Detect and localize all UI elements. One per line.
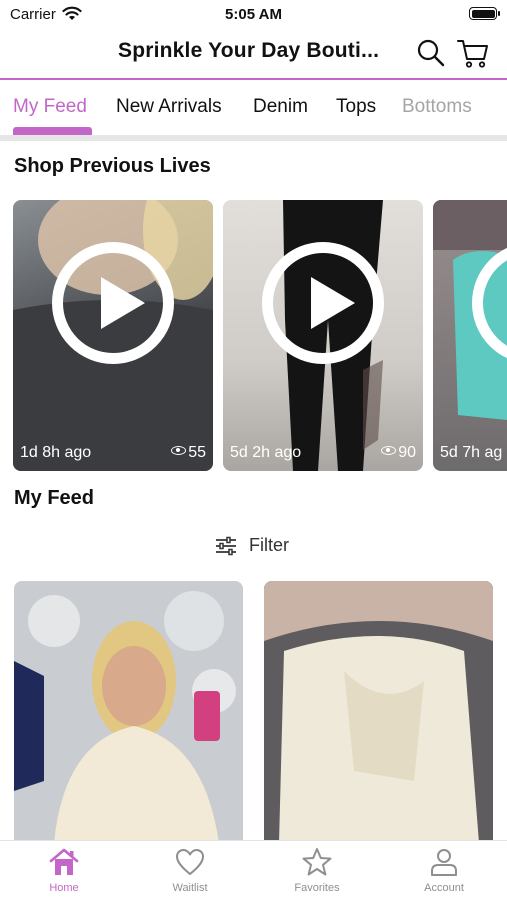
feed-image <box>264 581 493 843</box>
previous-lives-heading: Shop Previous Lives <box>14 155 211 177</box>
battery-icon <box>469 7 500 20</box>
live-time-ago: 5d 7h ag <box>440 444 503 461</box>
store-title: Sprinkle Your Day Bouti... <box>118 39 380 62</box>
play-icon <box>52 242 174 364</box>
eye-icon <box>171 446 187 455</box>
filter-icon <box>216 536 236 556</box>
clock: 5:05 AM <box>225 6 282 23</box>
bottom-navigation: Home Waitlist Favorites Account <box>0 840 507 900</box>
nav-label: Account <box>424 882 464 894</box>
view-count: 90 <box>381 444 416 462</box>
tab-my-feed[interactable]: My Feed <box>13 96 87 118</box>
feed-image <box>14 581 243 843</box>
live-video-card[interactable]: 5d 2h ago 90 <box>223 200 423 471</box>
nav-home[interactable]: Home <box>14 847 114 894</box>
tab-new-arrivals[interactable]: New Arrivals <box>116 96 222 118</box>
tab-tops[interactable]: Tops <box>336 96 376 118</box>
search-icon[interactable] <box>416 38 446 68</box>
tab-bottoms[interactable]: Bottoms <box>402 96 472 118</box>
nav-waitlist[interactable]: Waitlist <box>140 847 240 894</box>
nav-account[interactable]: Account <box>394 847 494 894</box>
feed-item[interactable] <box>264 581 493 843</box>
filter-label: Filter <box>249 535 289 555</box>
play-icon <box>262 242 384 364</box>
tab-denim[interactable]: Denim <box>253 96 308 118</box>
live-video-card[interactable]: 5d 7h ag <box>433 200 507 471</box>
home-icon <box>49 848 79 875</box>
nav-label: Favorites <box>294 882 340 894</box>
heart-icon <box>176 849 204 875</box>
feed-item[interactable] <box>14 581 243 843</box>
star-icon <box>302 848 332 876</box>
live-time-ago: 5d 2h ago <box>230 444 302 461</box>
account-icon <box>431 849 457 876</box>
status-bar: Carrier 5:05 AM <box>0 0 507 28</box>
nav-label: Waitlist <box>172 882 208 894</box>
live-time-ago: 1d 8h ago <box>20 444 92 461</box>
my-feed-heading: My Feed <box>14 487 95 509</box>
tabs-divider <box>0 135 507 141</box>
eye-icon <box>381 446 397 455</box>
nav-label: Home <box>49 882 79 894</box>
active-tab-indicator <box>13 127 92 135</box>
app-header: Sprinkle Your Day Bouti... <box>0 28 507 78</box>
live-video-card[interactable]: 1d 8h ago 55 <box>13 200 213 471</box>
nav-favorites[interactable]: Favorites <box>267 847 367 894</box>
cart-icon[interactable] <box>456 37 490 69</box>
view-count: 55 <box>171 444 206 462</box>
